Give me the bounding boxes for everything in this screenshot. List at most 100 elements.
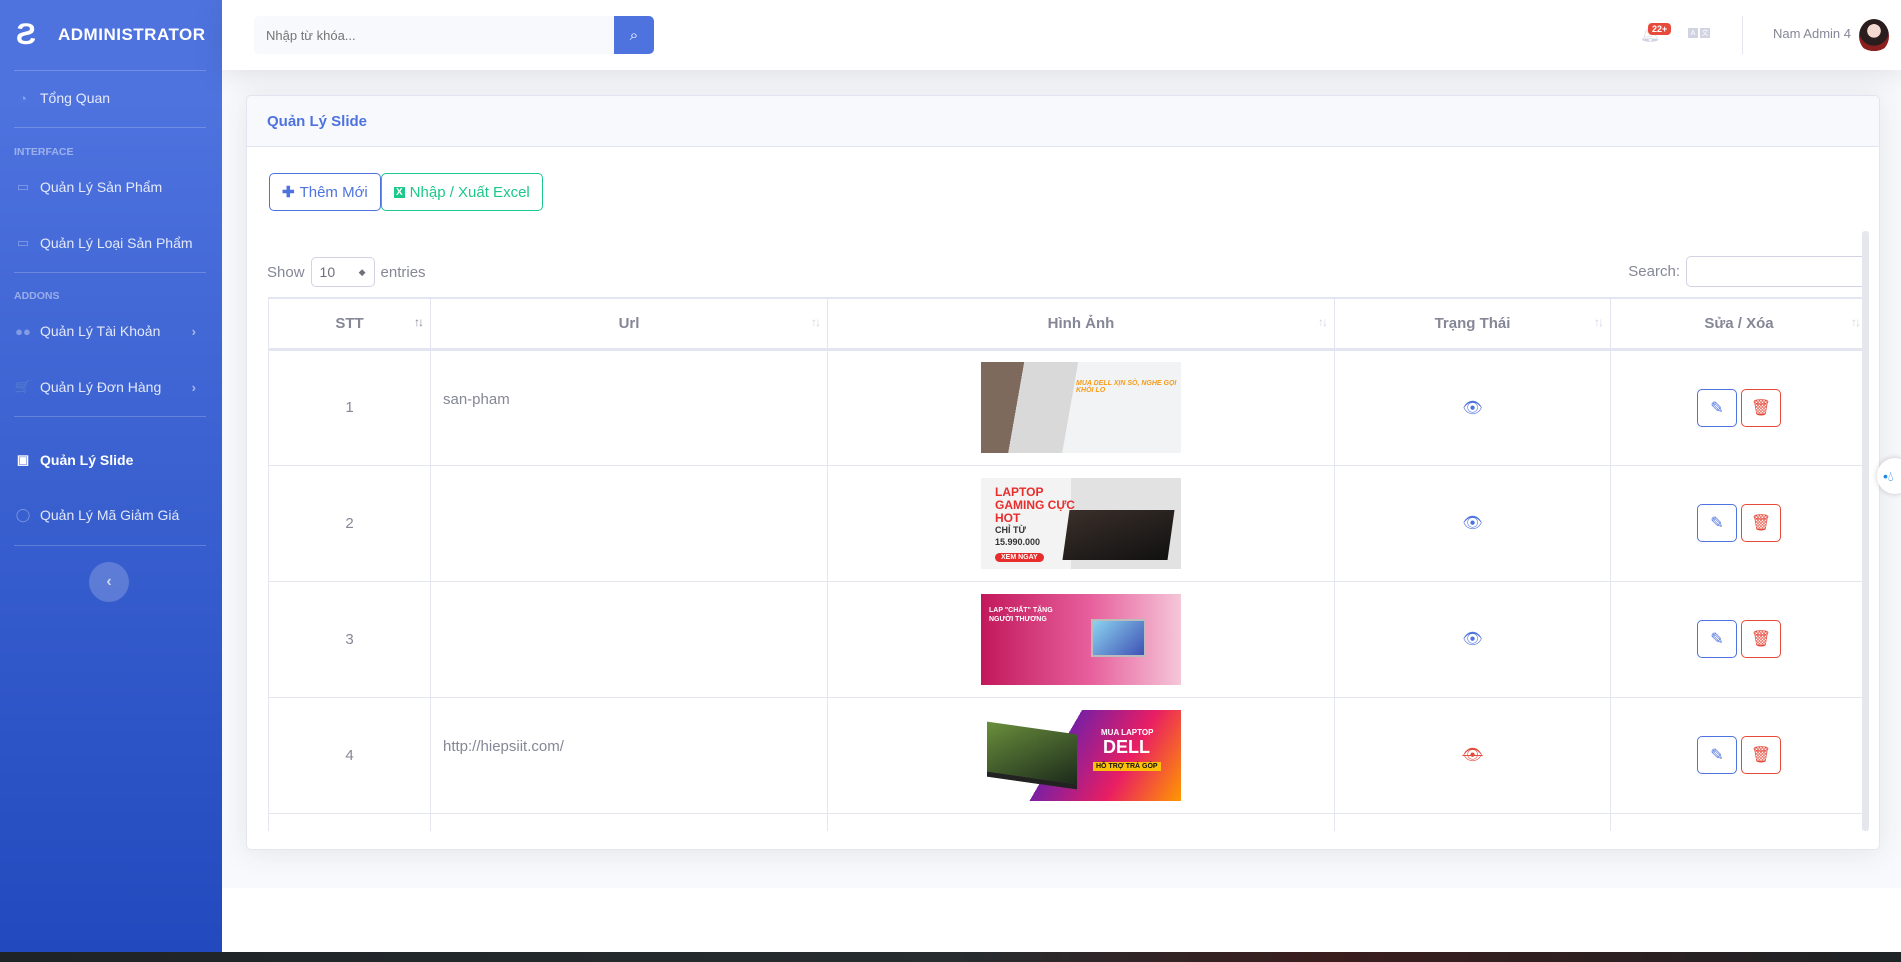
search-icon: ⌕ — [629, 26, 639, 44]
main-content: Quản Lý Slide ✚ Thêm Mới X Nhập / Xuất Exc… — [222, 70, 1901, 888]
sort-icon: ↑↓ — [1851, 315, 1861, 329]
table-row — [268, 812, 1868, 831]
column-header-actions[interactable]: Sửa / Xóa ↑↓ — [1610, 297, 1868, 351]
label: Quản Lý Loại Sản Phẩm — [40, 235, 193, 251]
banner-text: MUA DELL XỊN SÒ, NGHE GỌI KHỎI LO — [1076, 380, 1177, 394]
edit-button[interactable]: ✎ — [1697, 736, 1737, 774]
laptop-code-icon: ▭ — [16, 235, 30, 250]
edit-button[interactable]: ✎ — [1697, 388, 1737, 427]
stt-cell: 1 — [268, 348, 431, 466]
label: Sửa / Xóa — [1704, 314, 1774, 332]
edit-button[interactable]: ✎ — [1697, 504, 1737, 542]
label: Show — [267, 263, 305, 281]
image-cell: MUA LAPTOP DELL HỖ TRỢ TRẢ GÓP — [827, 696, 1335, 814]
image-cell: LAPTOP GAMING CỰC HOT CHỈ TỪ 15.990.000 XEM… — [827, 464, 1335, 582]
status-cell[interactable]: 👁︎ — [1334, 580, 1611, 698]
column-header-url[interactable]: Url ↑↓ — [430, 297, 828, 351]
label: Nhập / Xuất Excel — [409, 183, 530, 201]
label: Tổng Quan — [40, 90, 111, 106]
status-cell[interactable]: 👁︎ — [1334, 348, 1611, 466]
sidebar-item-coupons[interactable]: ◯ Quản Lý Mã Giảm Giá — [14, 507, 206, 523]
eye-icon[interactable]: 👁︎ — [1462, 400, 1482, 417]
notification-badge: 22+ — [1648, 23, 1672, 35]
search-form: ⌕ — [254, 16, 654, 54]
label: Quản Lý Slide — [40, 452, 134, 468]
chevron-left-icon: ‹ — [106, 573, 112, 590]
divider — [14, 416, 206, 417]
pencil-icon: ✎ — [1710, 747, 1724, 764]
eye-icon[interactable]: 👁︎ — [1462, 515, 1482, 532]
excel-file-icon: X — [394, 186, 405, 198]
label: entries — [380, 263, 426, 281]
eye-icon[interactable]: 👁︎ — [1462, 631, 1482, 648]
eye-slash-icon[interactable]: 👁︎ — [1462, 747, 1482, 764]
actions-cell: ✎ 🗑︎ — [1610, 348, 1868, 466]
slideshow-icon: ▣ — [16, 452, 30, 467]
search-button[interactable]: ⌕ — [614, 16, 654, 54]
topbar: ⌕ 🔔︎ 22+ A文 Nam Admin 4 — [222, 0, 1901, 70]
vertical-scrollbar[interactable] — [1862, 231, 1869, 831]
sidebar-item-orders[interactable]: 🛒 Quản Lý Đơn Hàng › — [14, 379, 206, 395]
divider — [14, 272, 206, 273]
section-heading: INTERFACE — [14, 146, 74, 158]
url-cell — [430, 464, 828, 582]
sidebar-item-products[interactable]: ▭ Quản Lý Sản Phẩm — [14, 179, 206, 195]
trash-icon: 🗑︎ — [1750, 515, 1772, 532]
delete-button[interactable]: 🗑︎ — [1741, 388, 1781, 427]
brand-text: ADMINISTRATOR — [58, 25, 206, 44]
label: Quản Lý Sản Phẩm — [40, 179, 163, 195]
url-cell: san-pham — [430, 348, 828, 466]
delete-button[interactable]: 🗑︎ — [1741, 620, 1781, 658]
trash-icon: 🗑︎ — [1750, 399, 1772, 417]
entries-select[interactable]: 10 ◆ — [310, 257, 375, 287]
trash-icon: 🗑︎ — [1750, 631, 1772, 648]
status-cell[interactable]: 👁︎ — [1334, 464, 1611, 582]
column-header-image[interactable]: Hình Ảnh ↑↓ — [827, 297, 1335, 351]
user-name[interactable]: Nam Admin 4 — [1773, 26, 1851, 41]
label: Quản Lý Đơn Hàng — [40, 379, 162, 395]
translate-icon[interactable]: A文 — [1688, 28, 1710, 38]
table-scroll-area: Show 10 ◆ entries Search: STT ↑↓ Url ↑↓ Hình … — [247, 231, 1879, 831]
table-row: 3 LAP "CHẤT" TẶNG NGƯỜI THƯƠNG 👁︎ ✎ 🗑︎ — [268, 580, 1868, 698]
import-export-excel-button[interactable]: X Nhập / Xuất Excel — [381, 173, 543, 211]
add-new-button[interactable]: ✚ Thêm Mới — [269, 173, 381, 211]
trash-icon: 🗑︎ — [1750, 747, 1772, 764]
status-cell[interactable]: 👁︎ — [1334, 696, 1611, 814]
search-input[interactable] — [254, 16, 614, 54]
sidebar-toggle-button[interactable]: ‹ — [89, 562, 129, 602]
laptop-icon: ▭ — [16, 179, 30, 194]
tachometer-icon: ◔ — [19, 90, 27, 106]
brand[interactable]: Ƨ ADMINISTRATOR — [0, 0, 222, 70]
chevron-right-icon: › — [191, 323, 196, 339]
slides-table: STT ↑↓ Url ↑↓ Hình Ảnh ↑↓ Trạng Thái ↑↓ Sửa … — [268, 297, 1868, 831]
sort-icon: ↑↓ — [1594, 315, 1604, 329]
sidebar-item-slides[interactable]: ▣ Quản Lý Slide — [14, 452, 206, 468]
slide-image: LAP "CHẤT" TẶNG NGƯỜI THƯƠNG — [981, 593, 1181, 685]
section-heading: ADDONS — [14, 290, 60, 302]
plus-icon: ✚ — [282, 184, 295, 201]
sidebar-item-overview[interactable]: ◔ Tổng Quan — [14, 90, 206, 106]
edit-button[interactable]: ✎ — [1697, 620, 1737, 658]
image-cell: MUA DELL XỊN SÒ, NGHE GỌI KHỎI LO — [827, 348, 1335, 466]
actions-cell: ✎ 🗑︎ — [1610, 580, 1868, 698]
table-row: 4 http://hiepsiit.com/ MUA LAPTOP DELL HỖ … — [268, 696, 1868, 814]
stt-cell: 2 — [268, 464, 431, 582]
sidebar-item-accounts[interactable]: ●● Quản Lý Tài Khoản › — [14, 323, 206, 339]
column-header-stt[interactable]: STT ↑↓ — [268, 297, 431, 351]
delete-button[interactable]: 🗑︎ — [1741, 736, 1781, 774]
avatar[interactable] — [1859, 19, 1889, 53]
users-cog-icon: ●● — [15, 323, 31, 339]
topbar-divider — [1742, 16, 1743, 54]
stt-cell: 3 — [268, 580, 431, 698]
chevron-right-icon: › — [191, 379, 196, 395]
sort-asc-icon: ↑↓ — [414, 315, 424, 329]
slide-image: MUA DELL XỊN SÒ, NGHE GỌI KHỎI LO — [981, 362, 1181, 453]
value: 10 — [319, 264, 336, 280]
divider — [14, 127, 206, 128]
sidebar-item-categories[interactable]: ▭ Quản Lý Loại Sản Phẩm — [14, 235, 206, 251]
entries-length: Show 10 ◆ entries — [267, 257, 426, 287]
column-header-status[interactable]: Trạng Thái ↑↓ — [1334, 297, 1611, 351]
table-search-input[interactable] — [1686, 256, 1867, 287]
table-row: 1 san-pham MUA DELL XỊN SÒ, NGHE GỌI KHỎ… — [268, 348, 1868, 466]
delete-button[interactable]: 🗑︎ — [1741, 504, 1781, 542]
